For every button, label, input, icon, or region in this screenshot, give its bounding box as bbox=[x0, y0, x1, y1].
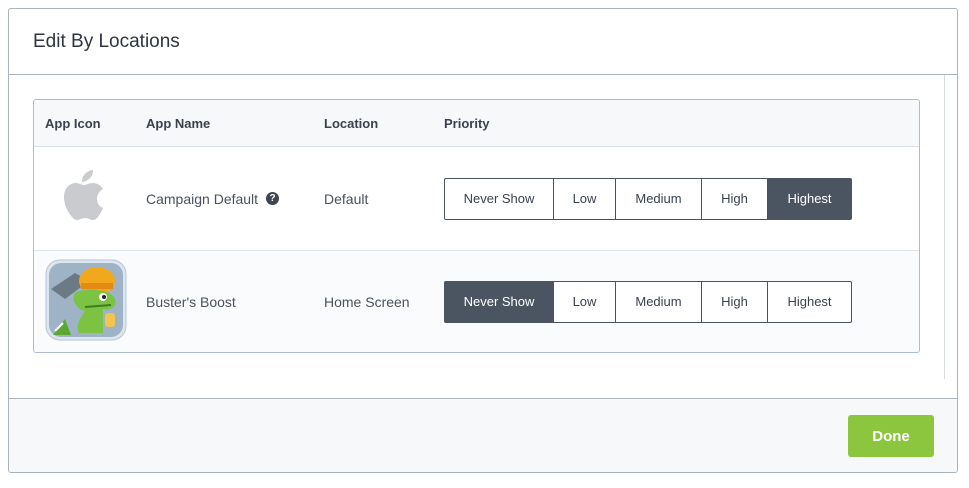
header-priority: Priority bbox=[444, 115, 490, 131]
priority-highest[interactable]: Highest bbox=[768, 280, 852, 323]
dialog-body: App Icon App Name Location Priority Camp… bbox=[9, 75, 957, 399]
header-app-name: App Name bbox=[146, 115, 211, 131]
priority-medium[interactable]: Medium bbox=[616, 280, 702, 323]
header-app-icon: App Icon bbox=[45, 115, 101, 131]
location-value: Home Screen bbox=[324, 293, 410, 310]
priority-high[interactable]: High bbox=[702, 177, 768, 220]
help-icon[interactable]: ? bbox=[266, 192, 280, 205]
app-name: Buster's Boost bbox=[146, 293, 236, 310]
apple-logo-icon bbox=[64, 170, 103, 220]
edit-by-locations-dialog: Edit By Locations App Icon App Name Loca… bbox=[8, 8, 958, 473]
busters-boost-app-icon bbox=[45, 259, 127, 341]
dialog-footer: Done bbox=[9, 398, 957, 472]
priority-selector: Never Show Low Medium High Highest bbox=[444, 177, 919, 220]
priority-highest[interactable]: Highest bbox=[768, 177, 852, 220]
priority-never-show[interactable]: Never Show bbox=[444, 280, 554, 323]
header-location: Location bbox=[324, 115, 379, 131]
table-header: App Icon App Name Location Priority bbox=[34, 100, 919, 147]
table-row: Campaign Default ? Default Never Show Lo… bbox=[34, 147, 919, 250]
priority-low[interactable]: Low bbox=[554, 177, 616, 220]
done-button[interactable]: Done bbox=[848, 415, 934, 457]
dialog-title: Edit By Locations bbox=[33, 30, 180, 52]
priority-high[interactable]: High bbox=[702, 280, 768, 323]
priority-low[interactable]: Low bbox=[554, 280, 616, 323]
table-row: Buster's Boost Home Screen Never Show Lo… bbox=[34, 250, 919, 352]
priority-selector: Never Show Low Medium High Highest bbox=[444, 280, 919, 323]
locations-table: App Icon App Name Location Priority Camp… bbox=[33, 99, 920, 353]
app-name: Campaign Default bbox=[146, 190, 259, 207]
dialog-header: Edit By Locations bbox=[9, 9, 957, 75]
location-value: Default bbox=[324, 190, 369, 207]
scrollbar[interactable] bbox=[944, 75, 945, 379]
priority-medium[interactable]: Medium bbox=[616, 177, 702, 220]
priority-never-show[interactable]: Never Show bbox=[444, 177, 554, 220]
